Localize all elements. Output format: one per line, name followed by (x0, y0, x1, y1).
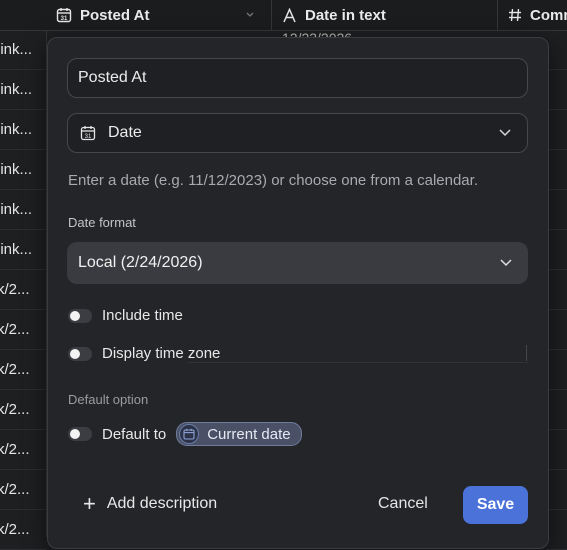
svg-text:31: 31 (61, 16, 68, 22)
table-cell-link[interactable]: k/2... (0, 430, 46, 470)
chevron-down-icon (499, 129, 511, 137)
calendar-icon: 31 (80, 126, 96, 141)
save-button[interactable]: Save (463, 486, 528, 524)
date-format-value: Local (2/24/2026) (78, 254, 203, 271)
column-header-label: Posted At (80, 6, 150, 24)
table-cell[interactable] (546, 270, 567, 310)
table-cell-link[interactable]: k/2... (0, 390, 46, 430)
table-cell-link[interactable]: k/2... (0, 350, 46, 390)
column-header-comments[interactable]: Comm (498, 0, 567, 30)
table-cell[interactable] (546, 390, 567, 430)
include-time-label: Include time (102, 307, 183, 324)
cancel-button[interactable]: Cancel (378, 495, 428, 513)
left-column: link... link... link... link... link... … (0, 30, 47, 550)
default-to-toggle[interactable] (68, 427, 92, 441)
column-header-posted-at[interactable]: 31 Posted At (46, 0, 272, 30)
table-cell[interactable] (546, 110, 567, 150)
table-cell[interactable] (546, 470, 567, 510)
default-option-label: Default option (68, 392, 149, 407)
table-cell-link[interactable]: link... (0, 110, 46, 150)
chevron-down-icon (500, 259, 512, 267)
calendar-icon: 31 (56, 8, 72, 23)
hash-icon (509, 8, 521, 22)
chevron-down-icon (246, 12, 254, 17)
table-cell-link[interactable]: k/2... (0, 310, 46, 350)
plus-icon: + (83, 491, 96, 516)
column-header-date-in-text[interactable]: Date in text (272, 0, 498, 30)
default-to-label: Default to (102, 425, 167, 443)
current-date-chip-label: Current date (207, 425, 291, 443)
date-format-select[interactable]: Local (2/24/2026) (67, 242, 528, 284)
divider (188, 362, 528, 363)
right-column (546, 30, 567, 550)
table-cell-link[interactable]: k/2... (0, 510, 46, 550)
table-cell-link[interactable]: link... (0, 190, 46, 230)
table-cell[interactable] (546, 430, 567, 470)
column-header-label: Comm (530, 6, 567, 24)
table-cell[interactable] (546, 30, 567, 70)
field-name-value: Posted At (78, 69, 147, 86)
add-description-button[interactable]: + Add description (83, 491, 218, 516)
grid-header: 31 Posted At Date in text Comm (0, 0, 567, 31)
divider (526, 345, 527, 361)
field-settings-popup: Posted At 31 Date Enter a date (e.g. 11/… (47, 37, 549, 549)
include-time-row[interactable]: Include time (68, 307, 183, 324)
field-type-select[interactable]: 31 Date (67, 113, 528, 153)
table-cell[interactable] (546, 230, 567, 270)
table-cell-link[interactable]: link... (0, 230, 46, 270)
include-time-toggle[interactable] (68, 308, 92, 323)
svg-text:31: 31 (85, 134, 92, 140)
table-cell[interactable] (546, 70, 567, 110)
display-time-zone-row[interactable]: Display time zone (68, 345, 220, 362)
display-time-zone-toggle[interactable] (68, 346, 92, 361)
text-type-icon (283, 7, 296, 22)
current-date-chip[interactable]: Current date (176, 422, 302, 446)
table-cell-link[interactable]: k/2... (0, 270, 46, 310)
field-hint-text: Enter a date (e.g. 11/12/2023) or choose… (68, 172, 478, 189)
column-header-label: Date in text (305, 6, 386, 24)
table-cell-link[interactable]: link... (0, 30, 46, 70)
table-cell[interactable] (546, 510, 567, 550)
calendar-icon (179, 424, 200, 444)
table-cell-link[interactable]: link... (0, 70, 46, 110)
table-cell[interactable] (546, 150, 567, 190)
display-time-zone-label: Display time zone (102, 345, 221, 362)
default-to-row[interactable]: Default to Current date (68, 422, 302, 446)
field-name-input[interactable]: Posted At (67, 58, 528, 98)
table-cell-link[interactable]: k/2... (0, 470, 46, 510)
table-cell[interactable] (546, 190, 567, 230)
add-description-label: Add description (106, 495, 218, 512)
date-format-label: Date format (68, 215, 136, 230)
field-type-value: Date (108, 124, 142, 141)
table-cell-link[interactable]: link... (0, 150, 46, 190)
table-cell[interactable] (546, 350, 567, 390)
table-cell[interactable] (546, 310, 567, 350)
